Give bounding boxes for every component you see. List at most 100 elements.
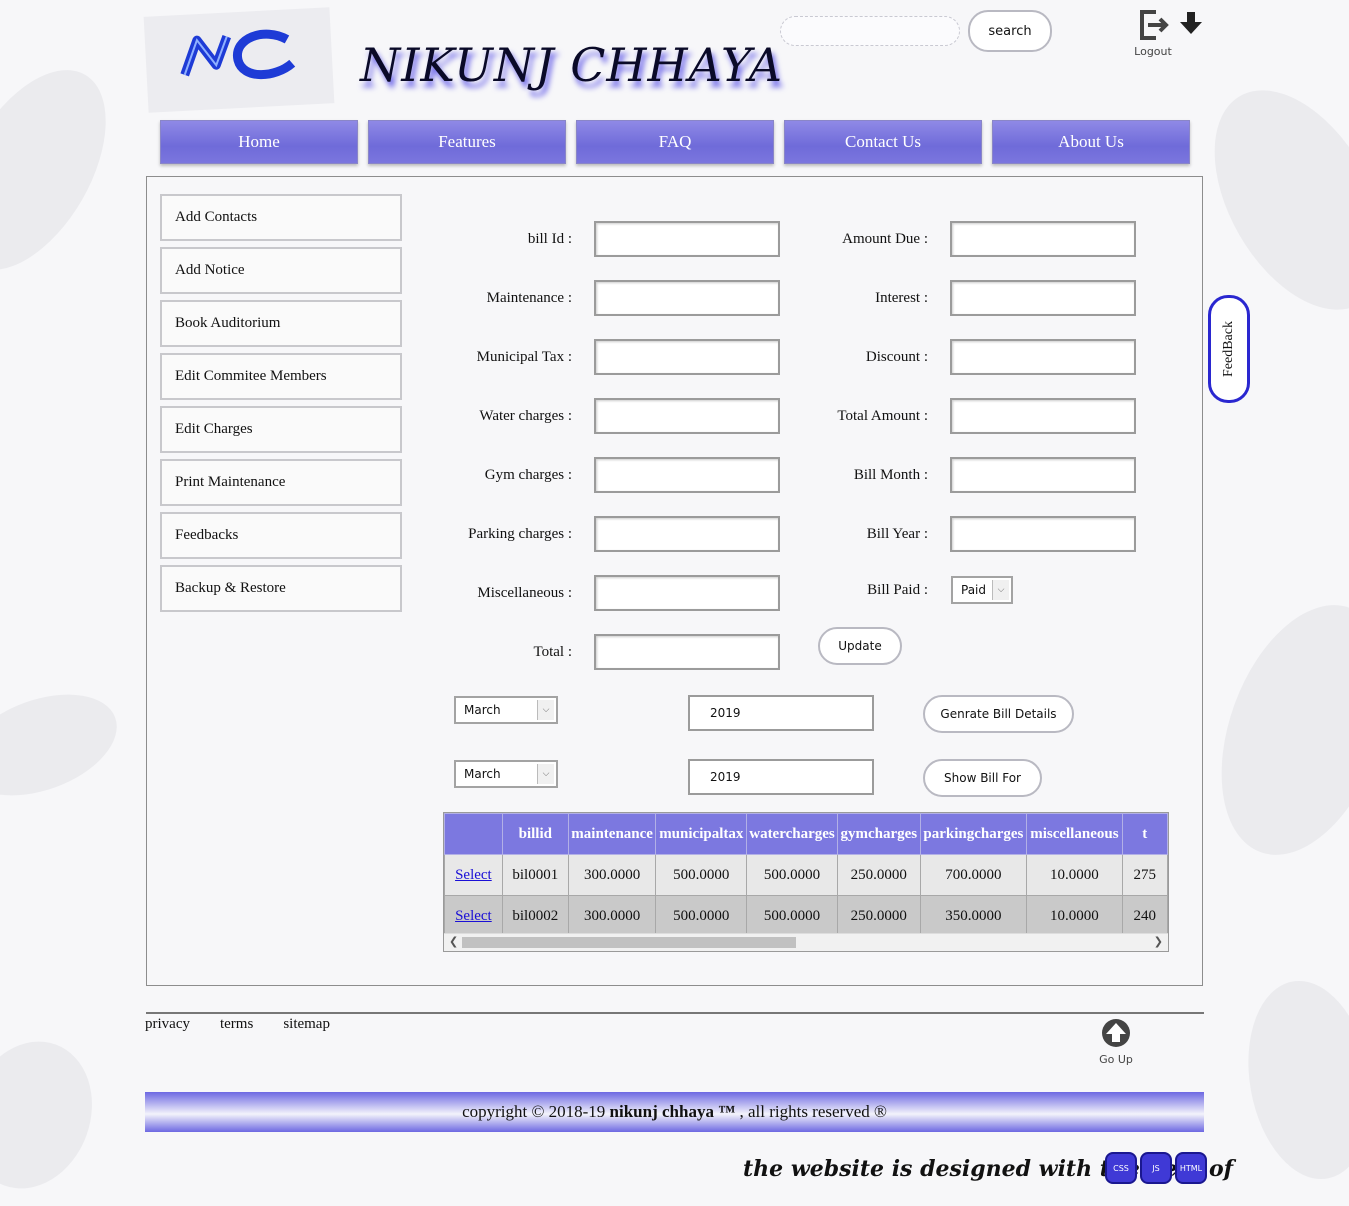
water-charges-field[interactable] [594,398,780,434]
chevron-down-icon: ⌵ [537,700,554,720]
download-arrow-icon[interactable] [1180,12,1202,36]
maintenance-field[interactable] [594,280,780,316]
main-nav: Home Features FAQ Contact Us About Us [160,120,1190,164]
table-cell: 500.0000 [746,895,838,937]
municipal-tax-field[interactable] [594,339,780,375]
show-month-value: March [464,767,501,781]
amount-due-field[interactable] [950,221,1136,257]
scrollbar-thumb[interactable] [462,937,796,948]
html-badge-icon: HTML [1175,1152,1207,1184]
select-link[interactable]: Select [455,867,492,883]
footer-link-terms[interactable]: terms [220,1016,253,1033]
label-municipal-tax: Municipal Tax : [476,348,572,365]
table-cell: 500.0000 [746,854,838,896]
nav-about-us[interactable]: About Us [992,120,1190,164]
sidebar-item-add-contacts[interactable]: Add Contacts [160,194,402,241]
admin-sidebar: Add Contacts Add Notice Book Auditorium … [160,194,402,618]
site-logo[interactable] [143,7,335,113]
arrow-up-circle-icon [1102,1019,1130,1047]
show-year-field[interactable]: 2019 [688,759,874,795]
feedback-tab-label: FeedBack [1221,321,1237,377]
update-button[interactable]: Update [818,627,902,665]
parking-charges-field[interactable] [594,516,780,552]
feedback-tab[interactable]: FeedBack [1208,295,1250,403]
scroll-right-icon[interactable]: ❯ [1154,935,1163,948]
grid-header-row: billid maintenance municipaltax watercha… [444,813,1168,855]
generate-bill-button[interactable]: Genrate Bill Details [923,695,1074,733]
show-bill-button[interactable]: Show Bill For [923,759,1042,797]
go-up-button[interactable]: Go Up [1096,1018,1136,1066]
chevron-down-icon: ⌵ [992,580,1009,600]
sidebar-item-feedbacks[interactable]: Feedbacks [160,512,402,559]
css-badge-icon: CSS [1105,1152,1137,1184]
sidebar-item-backup-restore[interactable]: Backup & Restore [160,565,402,612]
label-discount: Discount : [865,348,928,365]
footer-link-privacy[interactable]: privacy [145,1016,190,1033]
total-field[interactable] [594,634,780,670]
table-cell: bil0001 [501,854,569,896]
table-cell: 250.0000 [836,854,921,896]
select-link[interactable]: Select [455,908,492,924]
bill-paid-select[interactable]: Paid ⌵ [951,576,1013,604]
grid-header: watercharges [746,813,838,855]
label-parking-charges: Parking charges : [468,525,572,542]
generate-year-field[interactable]: 2019 [688,695,874,731]
label-total-amount: Total Amount : [837,407,928,424]
nav-faq[interactable]: FAQ [576,120,774,164]
search-button[interactable]: search [968,10,1052,52]
total-amount-field[interactable] [950,398,1136,434]
nav-contact-us[interactable]: Contact Us [784,120,982,164]
label-bill-month: Bill Month : [853,466,928,483]
sidebar-item-print-maintenance[interactable]: Print Maintenance [160,459,402,506]
table-cell: 300.0000 [567,895,657,937]
nav-features[interactable]: Features [368,120,566,164]
logout-button[interactable]: Logout [1126,8,1180,58]
bill-month-field[interactable] [950,457,1136,493]
footer-links: privacy terms sitemap [145,1016,330,1033]
miscellaneous-field[interactable] [594,575,780,611]
nav-home[interactable]: Home [160,120,358,164]
table-cell: 10.0000 [1026,854,1123,896]
label-bill-year: Bill Year : [866,525,928,542]
label-total: Total : [533,643,572,660]
table-cell: 350.0000 [919,895,1028,937]
generate-month-select[interactable]: March ⌵ [454,696,558,724]
go-up-label: Go Up [1099,1053,1133,1066]
search-input[interactable] [780,16,960,46]
grid-horizontal-scrollbar[interactable]: ❮ ❯ [444,933,1168,951]
table-row: Select bil0002 300.0000 500.0000 500.000… [444,895,1168,937]
grid-header: gymcharges [836,813,921,855]
discount-field[interactable] [950,339,1136,375]
sidebar-item-edit-committee[interactable]: Edit Commitee Members [160,353,402,400]
logout-label: Logout [1134,45,1172,58]
gym-charges-field[interactable] [594,457,780,493]
bill-id-field[interactable] [594,221,780,257]
interest-field[interactable] [950,280,1136,316]
table-cell: 500.0000 [655,895,748,937]
logout-icon [1140,10,1169,40]
label-bill-id: bill Id : [527,230,572,247]
grid-header: t [1121,813,1168,855]
label-bill-paid: Bill Paid : [867,581,928,598]
bill-year-field[interactable] [950,516,1136,552]
label-gym-charges: Gym charges : [484,466,572,483]
js-badge-icon: JS [1140,1152,1172,1184]
copyright-prefix: copyright © 2018-19 [462,1102,606,1121]
grid-header: miscellaneous [1026,813,1123,855]
sidebar-item-add-notice[interactable]: Add Notice [160,247,402,294]
scroll-left-icon[interactable]: ❮ [449,935,458,948]
copyright-bar: copyright © 2018-19 nikunj chhaya ™ , al… [145,1092,1204,1132]
table-cell: 10.0000 [1026,895,1123,937]
table-cell: 250.0000 [836,895,921,937]
generate-month-value: March [464,703,501,717]
sidebar-item-book-auditorium[interactable]: Book Auditorium [160,300,402,347]
table-row: Select bil0001 300.0000 500.0000 500.000… [444,854,1168,896]
sidebar-item-edit-charges[interactable]: Edit Charges [160,406,402,453]
table-cell: 500.0000 [655,854,748,896]
footer-link-sitemap[interactable]: sitemap [283,1016,330,1033]
show-month-select[interactable]: March ⌵ [454,760,558,788]
grid-header: maintenance [567,813,657,855]
table-cell: 700.0000 [919,854,1028,896]
label-amount-due: Amount Due : [842,230,928,247]
table-cell: bil0002 [501,895,569,937]
